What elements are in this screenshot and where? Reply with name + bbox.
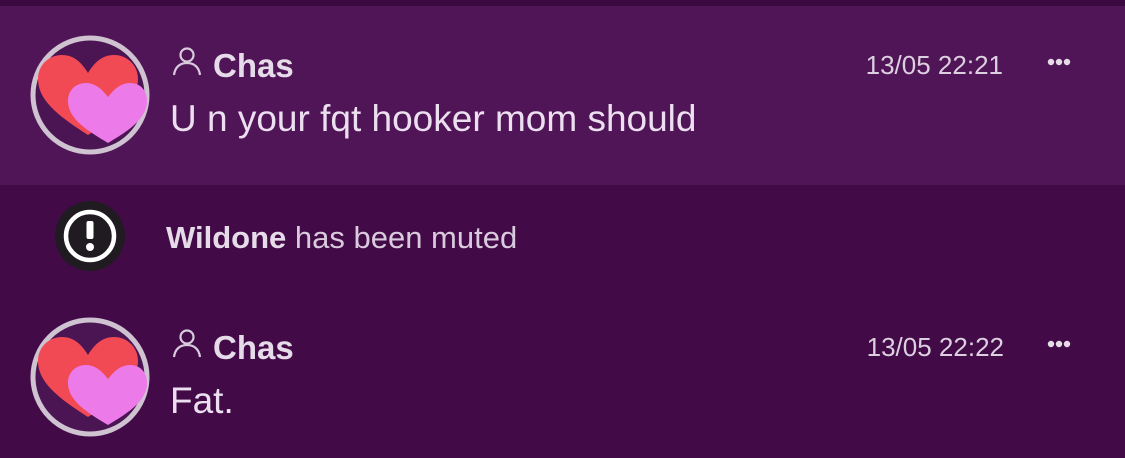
hearts-avatar-icon	[30, 317, 150, 437]
system-notice-action: has been muted	[286, 220, 518, 255]
ellipsis-icon[interactable]	[1040, 332, 1076, 356]
ellipsis-icon[interactable]	[1040, 50, 1076, 74]
avatar[interactable]	[30, 35, 150, 155]
message-author[interactable]: Chas	[213, 331, 294, 364]
user-icon	[172, 329, 202, 358]
message-text: U n your fqt hooker mom should	[170, 98, 697, 139]
user-icon	[172, 47, 202, 76]
chat-message[interactable]: Chas 13/05 22:22 Fat.	[0, 295, 1125, 458]
system-notice: Wildone has been muted	[0, 185, 1125, 295]
chat-message[interactable]: Chas 13/05 22:21 U n your fqt hooker mom…	[0, 6, 1125, 185]
avatar[interactable]	[30, 317, 150, 437]
hearts-avatar-icon	[30, 35, 150, 155]
message-timestamp: 13/05 22:21	[865, 50, 1003, 80]
system-notice-text: Wildone has been muted	[166, 222, 517, 253]
muted-user-name[interactable]: Wildone	[166, 220, 286, 255]
message-timestamp: 13/05 22:22	[866, 332, 1004, 362]
exclamation-circle-icon	[55, 201, 125, 271]
message-author[interactable]: Chas	[213, 49, 294, 82]
message-text: Fat.	[170, 380, 234, 421]
